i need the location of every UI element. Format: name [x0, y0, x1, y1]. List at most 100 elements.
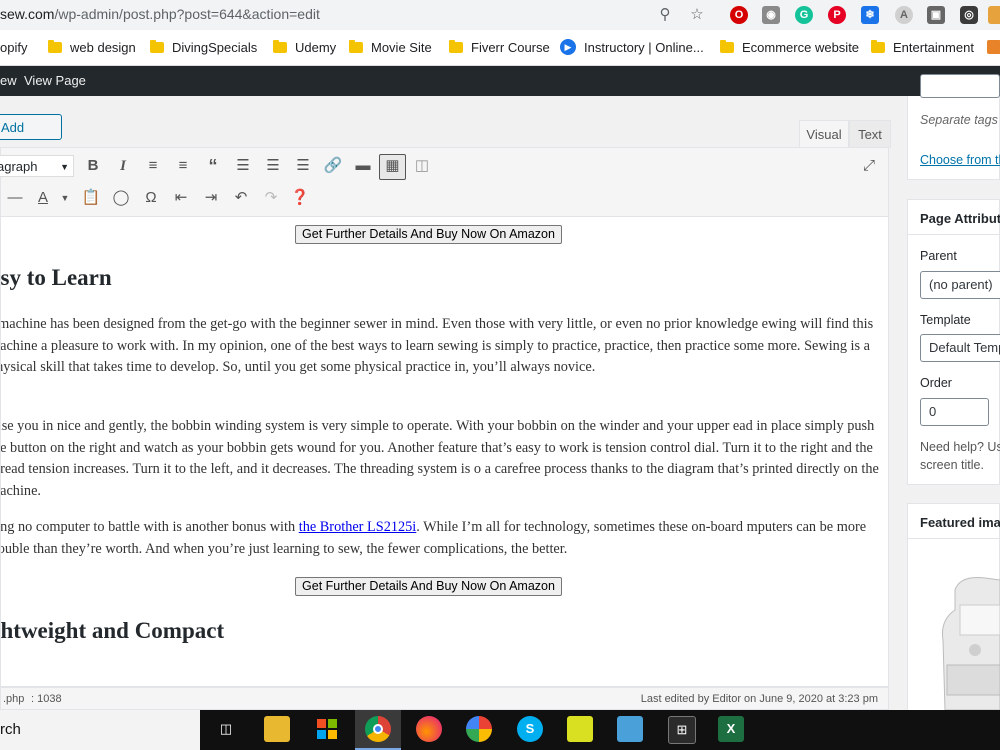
help-icon[interactable]: ❓ — [289, 187, 311, 209]
toolbar-toggle-icon[interactable]: ▦ — [379, 154, 406, 180]
amazon-button-2[interactable]: Get Further Details And Buy Now On Amazo… — [295, 577, 562, 596]
extension-grammarly-icon[interactable]: G — [795, 6, 813, 24]
extension-opera-icon[interactable]: O — [730, 6, 748, 24]
read-more-icon[interactable]: ▬ — [352, 155, 374, 177]
bullet-list-icon[interactable]: ≡ — [142, 155, 164, 177]
amazon-button[interactable]: Get Further Details And Buy Now On Amazo… — [295, 225, 562, 244]
skype-icon[interactable]: S — [517, 716, 543, 742]
extension-snowflake-icon[interactable]: ❄ — [861, 6, 879, 24]
featured-image-title[interactable]: Featured imag — [920, 515, 1000, 530]
format-select[interactable]: agraph ▼ — [0, 155, 74, 177]
undo-icon[interactable]: ↶ — [230, 187, 252, 209]
special-character-icon[interactable]: Ω — [140, 187, 162, 209]
folder-icon — [720, 39, 734, 53]
folder-icon — [349, 39, 363, 53]
taskbar-search[interactable]: rch — [0, 710, 200, 750]
fullscreen-icon[interactable]: ⤢ — [858, 155, 880, 177]
choose-tags-link[interactable]: Choose from th — [920, 153, 1000, 167]
task-view-icon[interactable]: ◫ — [213, 716, 239, 742]
paste-text-icon[interactable]: 📋 — [80, 187, 102, 209]
sewing-machine-image[interactable] — [935, 570, 1000, 710]
bookmark-ecommerce[interactable]: Ecommerce website — [720, 38, 859, 56]
photos-icon[interactable] — [466, 716, 492, 742]
bookmark-instructory[interactable]: ▶ Instructory | Online... — [560, 38, 704, 56]
extension-partial-icon[interactable] — [988, 6, 1000, 24]
divider — [907, 538, 1000, 539]
order-label: Order — [920, 376, 952, 390]
bookmarks-bar: opify web design DivingSpecials Udemy Mo… — [0, 30, 1000, 66]
word-count: : 1038 — [31, 693, 62, 705]
divider — [907, 234, 1000, 235]
help-text-line1: Need help? Use — [920, 440, 1000, 454]
bookmark-udemy[interactable]: Udemy — [273, 38, 336, 56]
numbered-list-icon[interactable]: ≡ — [172, 155, 194, 177]
keyboard-icon[interactable]: ◫ — [411, 155, 433, 177]
clear-formatting-icon[interactable]: ◯ — [110, 187, 132, 209]
wp-admin-bar: ew View Page — [0, 66, 1000, 96]
tab-visual[interactable]: Visual — [799, 120, 849, 148]
bookmark-entertainment[interactable]: Entertainment — [871, 38, 974, 56]
store-icon[interactable] — [314, 716, 340, 742]
calculator-icon[interactable]: ⊞ — [668, 716, 696, 744]
editor-content[interactable]: Get Further Details And Buy Now On Amazo… — [0, 217, 889, 667]
italic-icon[interactable]: I — [112, 155, 134, 177]
firefox-icon[interactable] — [416, 716, 442, 742]
bookmark-web-design[interactable]: web design — [48, 38, 136, 56]
paint-icon[interactable] — [617, 716, 643, 742]
bookmark-diving-specials[interactable]: DivingSpecials — [150, 38, 257, 56]
bookmark-star-icon[interactable]: ☆ — [687, 5, 707, 25]
paragraph-1: s machine has been designed from the get… — [0, 316, 874, 375]
add-media-button[interactable]: Add Media — [0, 114, 62, 161]
extension-camera-icon[interactable]: ◉ — [762, 6, 780, 24]
extension-a-icon[interactable]: A — [895, 6, 913, 24]
preview-link[interactable]: ew — [0, 73, 17, 88]
zoom-icon[interactable]: ⚲ — [655, 5, 675, 25]
brother-ls2125i-link[interactable]: the Brother LS2125i — [299, 519, 417, 535]
bookmark-movie-site[interactable]: Movie Site — [349, 38, 432, 56]
chevron-down-icon: ▼ — [60, 162, 69, 172]
heading-lightweight: ghtweight and Compact — [0, 618, 225, 643]
bookmark-fiverr-course[interactable]: Fiverr Course — [449, 38, 550, 56]
folder-icon — [48, 39, 62, 53]
parent-label: Parent — [920, 249, 957, 263]
tab-text[interactable]: Text — [849, 120, 891, 148]
folder-icon — [449, 39, 463, 53]
align-center-icon[interactable]: ☰ — [262, 155, 284, 177]
redo-icon[interactable]: ↷ — [260, 187, 282, 209]
template-label: Template — [920, 313, 971, 327]
extension-pinterest-icon[interactable]: P — [828, 6, 846, 24]
bookmark-overflow-icon[interactable] — [987, 40, 1000, 54]
text-color-dropdown-icon[interactable]: ▼ — [54, 187, 76, 209]
bookmark-shopify[interactable]: opify — [0, 38, 27, 56]
link-icon[interactable]: 🔗 — [322, 155, 344, 177]
extension-window-icon[interactable]: ▣ — [927, 6, 945, 24]
indent-icon[interactable]: ⇥ — [200, 187, 222, 209]
file-explorer-icon[interactable] — [264, 716, 290, 742]
page-attributes-title[interactable]: Page Attribute — [920, 211, 1000, 226]
editor-statusline — [0, 667, 889, 687]
sticky-notes-icon[interactable] — [567, 716, 593, 742]
tags-input[interactable] — [920, 74, 1000, 98]
extension-instagram-icon[interactable]: ◎ — [960, 6, 978, 24]
template-select[interactable]: Default Temp — [920, 334, 1000, 362]
paragraph-3: ving no computer to battle with is anoth… — [0, 519, 867, 557]
view-page-link[interactable]: View Page — [24, 73, 86, 88]
chrome-icon[interactable] — [365, 716, 391, 742]
align-left-icon[interactable]: ☰ — [232, 155, 254, 177]
bold-icon[interactable]: B — [82, 155, 104, 177]
horizontal-line-icon[interactable]: — — [4, 187, 26, 209]
excel-icon[interactable]: X — [718, 716, 744, 742]
parent-select[interactable]: (no parent) — [920, 271, 1000, 299]
tags-panel — [907, 96, 1000, 180]
order-input[interactable]: 0 — [920, 398, 989, 426]
tags-hint: Separate tags w — [920, 113, 1000, 127]
blockquote-icon[interactable]: “ — [202, 155, 224, 177]
url-text[interactable]: sew.com/wp-admin/post.php?post=644&actio… — [0, 6, 320, 22]
help-text-line2: screen title. — [920, 458, 984, 472]
outdent-icon[interactable]: ⇤ — [170, 187, 192, 209]
align-right-icon[interactable]: ☰ — [292, 155, 314, 177]
browser-address-bar[interactable]: sew.com/wp-admin/post.php?post=644&actio… — [0, 0, 1000, 30]
text-color-icon[interactable]: A — [32, 187, 54, 209]
folder-icon — [871, 39, 885, 53]
editor-footer: .php : 1038 Last edited by Editor on Jun… — [0, 687, 889, 710]
